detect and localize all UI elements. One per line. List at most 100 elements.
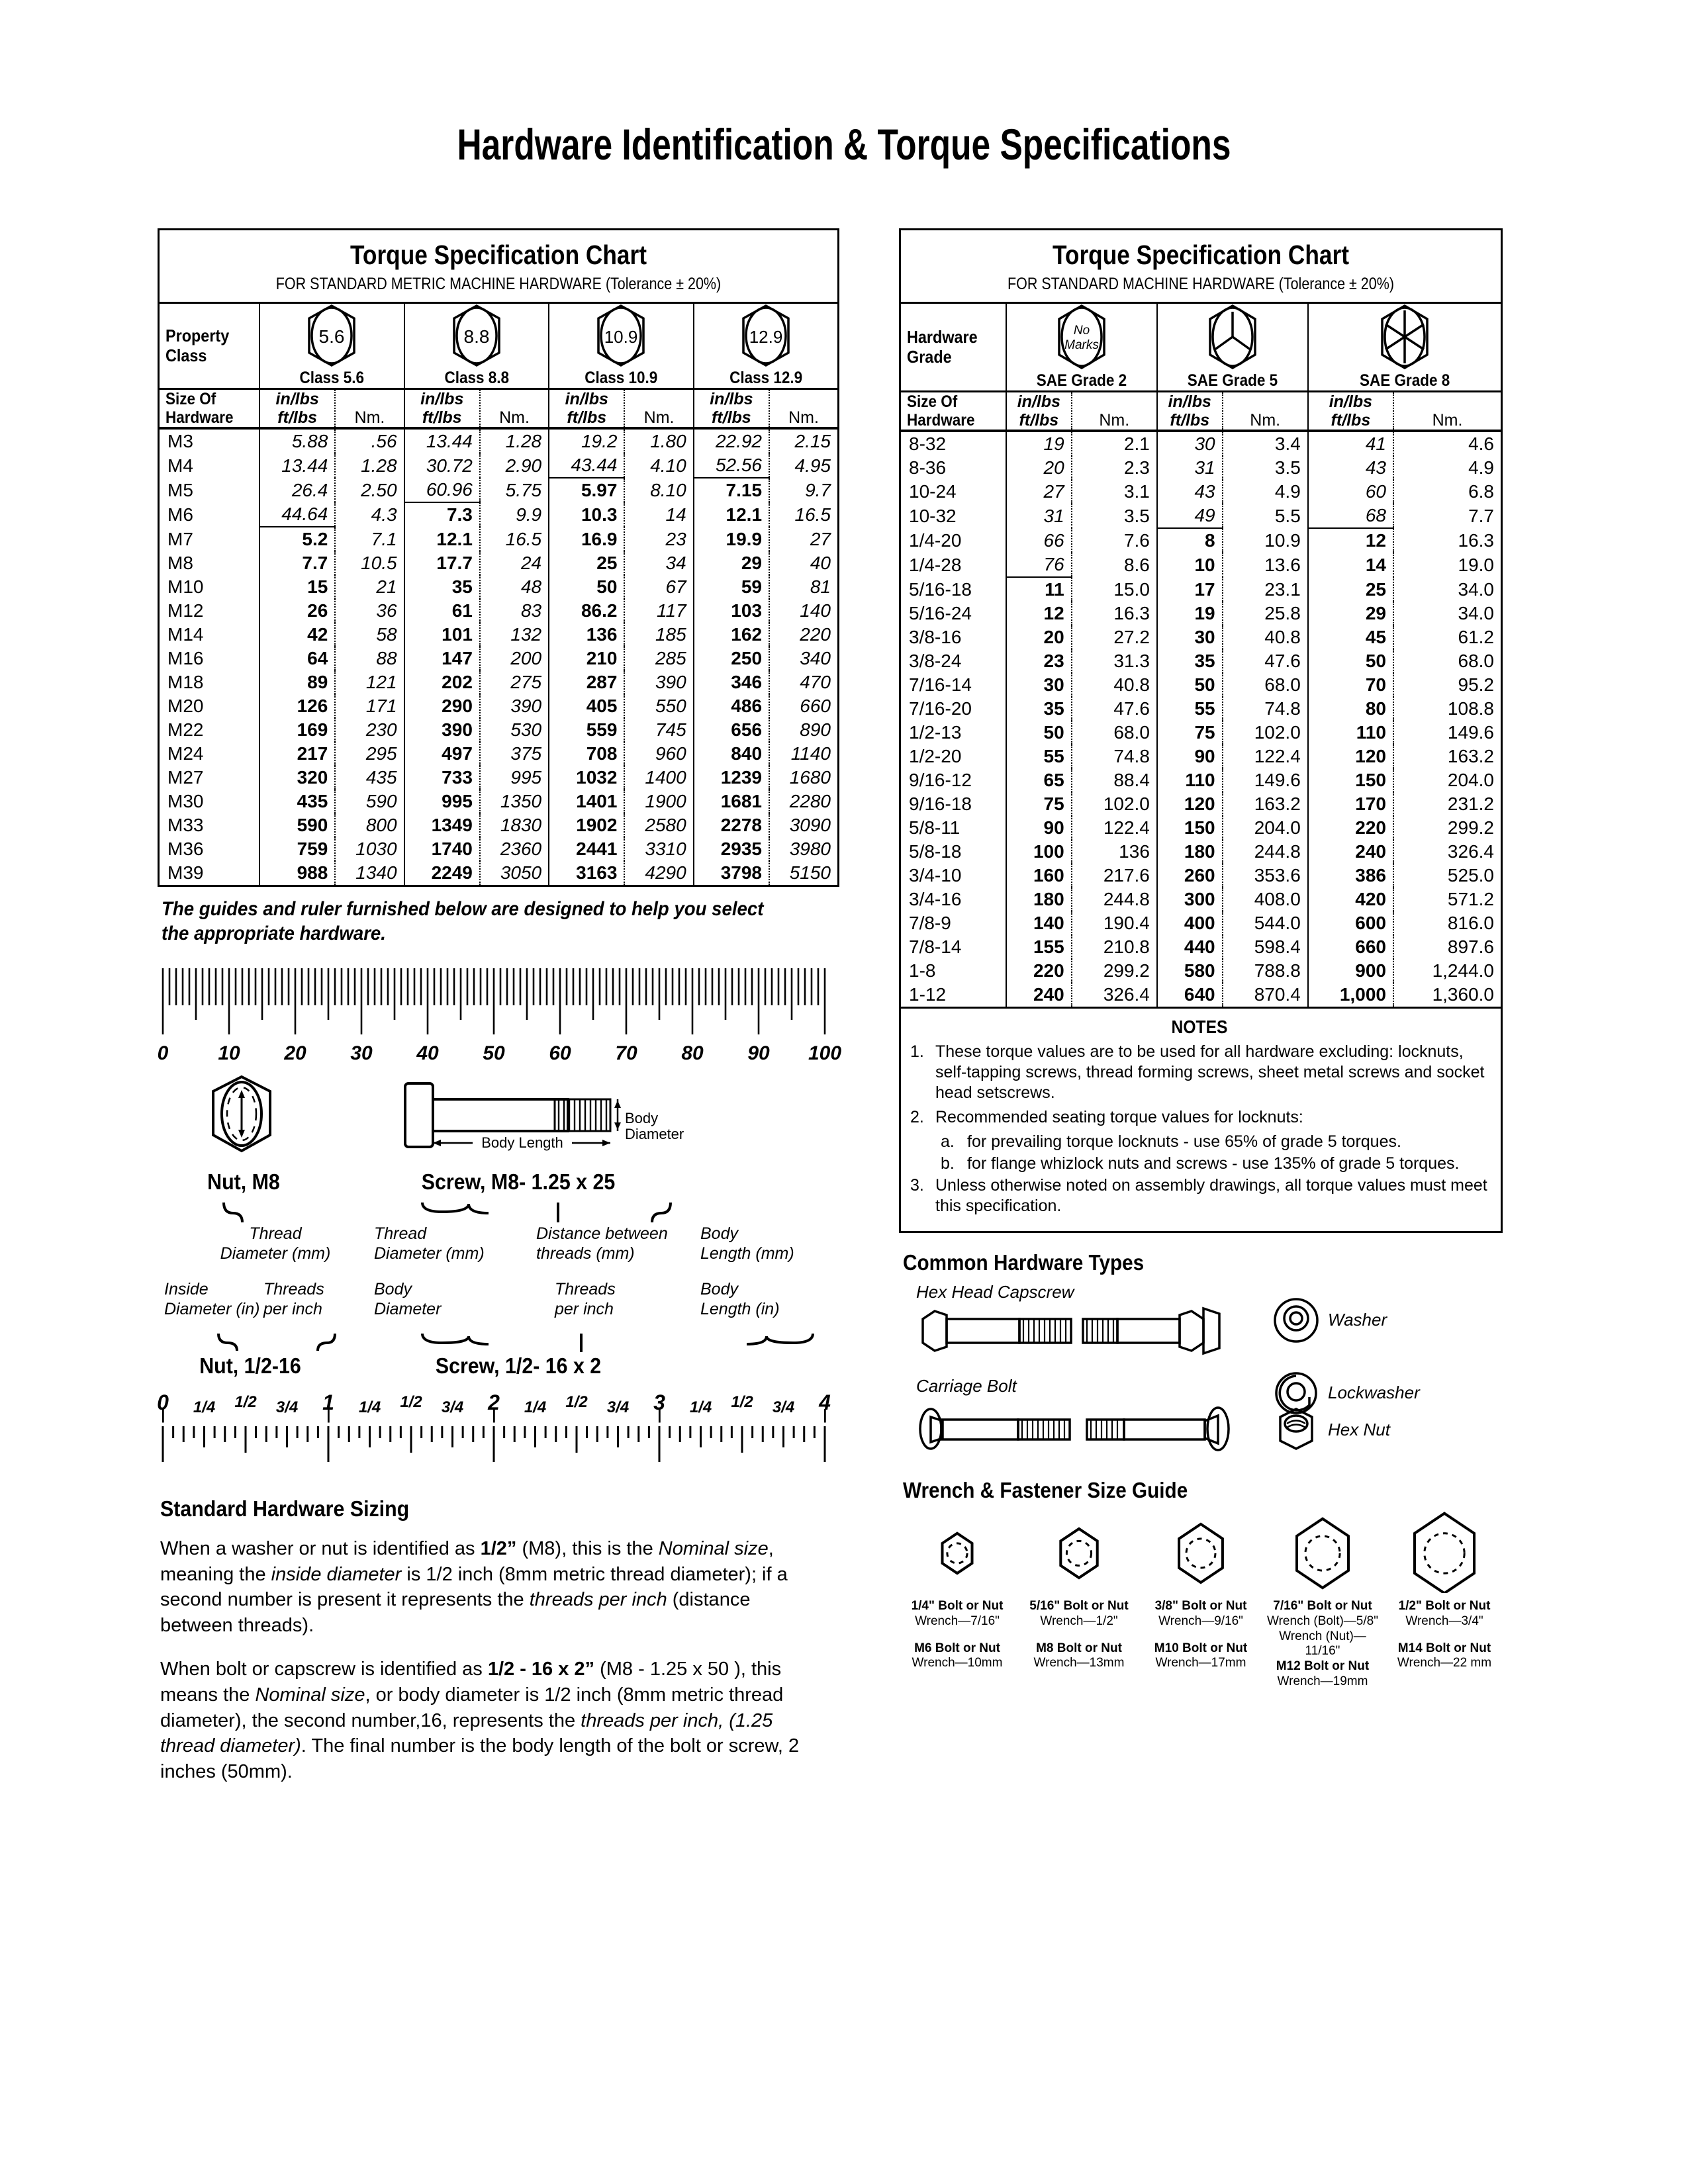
value-cell: 3163 [549,861,626,885]
value-cell: 25 [1307,577,1394,602]
value-cell: 260 [1156,864,1223,887]
hardware-types-heading: Common Hardware Types [903,1250,1145,1275]
svg-text:No: No [1074,324,1090,338]
value-cell: 140 [800,600,831,621]
value-cell: 40.8 [1071,673,1158,697]
value-cell: 660 [800,696,831,716]
value-cell: 9.9 [479,502,550,527]
sae-unit-inlbs-2: in/lbs ft/lbs [1307,390,1394,431]
mm-label: 100 [808,1042,842,1065]
metric-spec-table: Property Class 5.6 Class 5.6 8.8 Class 8… [160,304,837,885]
value-cell: 340 [800,648,831,668]
class-header-3: 12.9 Class 12.9 [694,304,837,389]
imperial-wrench-size-nut: Wrench (Nut)—11/16" [1279,1629,1366,1659]
wrench-guide-heading: Wrench & Fastener Size Guide [903,1478,1188,1502]
value-cell: 34 [624,551,694,575]
value-cell: 44.64 [259,502,336,527]
value-cell: 121 [335,670,405,694]
washer-label: Washer [1328,1310,1387,1330]
value-cell: 27.2 [1071,625,1158,649]
value-cell: 544.0 [1222,911,1309,935]
table-row: 1-12 240 326.4 640 870.4 1,000 1,360.0 [901,983,1501,1007]
hex-head-capscrew-label: Hex Head Capscrew [916,1282,1076,1302]
svg-text:10.9: 10.9 [604,327,638,347]
size-cell: 1/2-20 [901,745,1007,768]
wrench-size-cell: 3/8" Bolt or Nut Wrench—9/16" M10 Bolt or … [1143,1510,1259,1690]
size-cell: 5/8-18 [901,840,1007,864]
value-cell: 48 [479,575,550,599]
size-cell: 7/16-20 [901,697,1007,721]
value-cell: 75 [1156,721,1223,745]
table-row: M12 26 36 61 83 86.2 117 103 140 [160,599,837,623]
value-cell: 386 [1307,864,1394,887]
body-length-in: Length (in) [700,1300,780,1319]
note-item: 1. These torque values are to be used for… [910,1042,1489,1103]
table-row: M20 126 171 290 390 405 550 486 660 [160,694,837,718]
metric-unit-nm-1: Nm. [479,388,550,428]
value-cell: 68.0 [1071,721,1158,745]
sae-unit-nm-2: Nm. [1393,390,1501,431]
table-row: M7 5.2 7.1 12.1 16.5 16.9 23 19.9 27 [160,527,837,551]
value-cell: 88 [335,647,405,670]
value-cell: 12.1 [693,502,771,527]
value-cell: 244.8 [1071,887,1158,911]
washer-icon [1274,1298,1319,1343]
value-cell: 3090 [789,815,831,835]
value-cell: 353.6 [1222,864,1309,887]
value-cell: 19.0 [1458,554,1495,575]
value-cell: 287 [549,670,626,694]
table-row: M27 320 435 733 995 1032 1400 1239 1680 [160,766,837,790]
fraction-label: 1/2 [565,1393,588,1412]
value-cell: 30 [1156,625,1223,649]
value-cell: 170 [1307,792,1394,816]
size-cell: 1-12 [901,983,1007,1007]
value-cell: 16.3 [1458,529,1495,551]
table-row: 1/2-13 50 68.0 75 102.0 110 149.6 [901,721,1501,745]
size-cell: 7/8-14 [901,935,1007,959]
mm-label: 70 [615,1042,637,1065]
value-cell: 180 [1006,887,1072,911]
value-cell: 2360 [479,837,550,861]
metric-size-name: M8 Bolt or Nut [1036,1641,1122,1655]
value-cell: 2580 [624,813,694,837]
value-cell: 59 [693,575,771,599]
metric-torque-chart: Torque Specification Chart FOR STANDARD … [158,228,839,887]
value-cell: 102.0 [1222,721,1309,745]
sizing-paragraph-1: When a washer or nut is identified as 1/… [160,1538,788,1636]
value-cell: 3798 [693,861,771,885]
value-cell: 24 [479,551,550,575]
size-cell: M33 [160,813,260,837]
value-cell: 34.0 [1458,578,1495,600]
mm-ruler-ticks [162,968,826,1035]
value-cell: 900 [1307,959,1394,983]
size-cell: 8-36 [901,456,1007,480]
value-cell: 89 [259,670,336,694]
value-cell: 7.6 [1071,528,1158,553]
imperial-size-name: 5/16" Bolt or Nut [1029,1599,1129,1613]
value-cell: 76 [1006,553,1072,578]
size-cell: M6 [160,502,260,527]
value-cell: 20 [1006,625,1072,649]
fraction-label: 1/2 [234,1393,257,1412]
value-cell: 40.8 [1222,625,1309,649]
page-title: Hardware Identification & Torque Specifi… [457,120,1231,169]
hex-head-capscrew-icon [921,1310,1072,1352]
value-cell: 15.0 [1071,577,1158,602]
value-cell: 29 [693,551,771,575]
value-cell: 420 [1307,887,1394,911]
svg-text:12.9: 12.9 [749,327,783,347]
value-cell: 49 [1156,504,1223,529]
table-row: 1/4-20 66 7.6 8 10.9 12 16.3 [901,528,1501,553]
body-label-1: Body [700,1224,738,1244]
value-cell: 435 [259,790,336,813]
value-cell: 640 [1156,983,1223,1007]
value-cell: 210 [549,647,626,670]
value-cell: 375 [479,742,550,766]
table-row: 10-24 27 3.1 43 4.9 60 6.8 [901,480,1501,504]
value-cell: 74.8 [1222,697,1309,721]
value-cell: 149.6 [1222,768,1309,792]
value-cell: 1340 [335,861,405,885]
class-name-0: Class 5.6 [299,369,365,387]
brace-row-inch [158,1333,839,1353]
value-cell: 162 [693,623,771,647]
